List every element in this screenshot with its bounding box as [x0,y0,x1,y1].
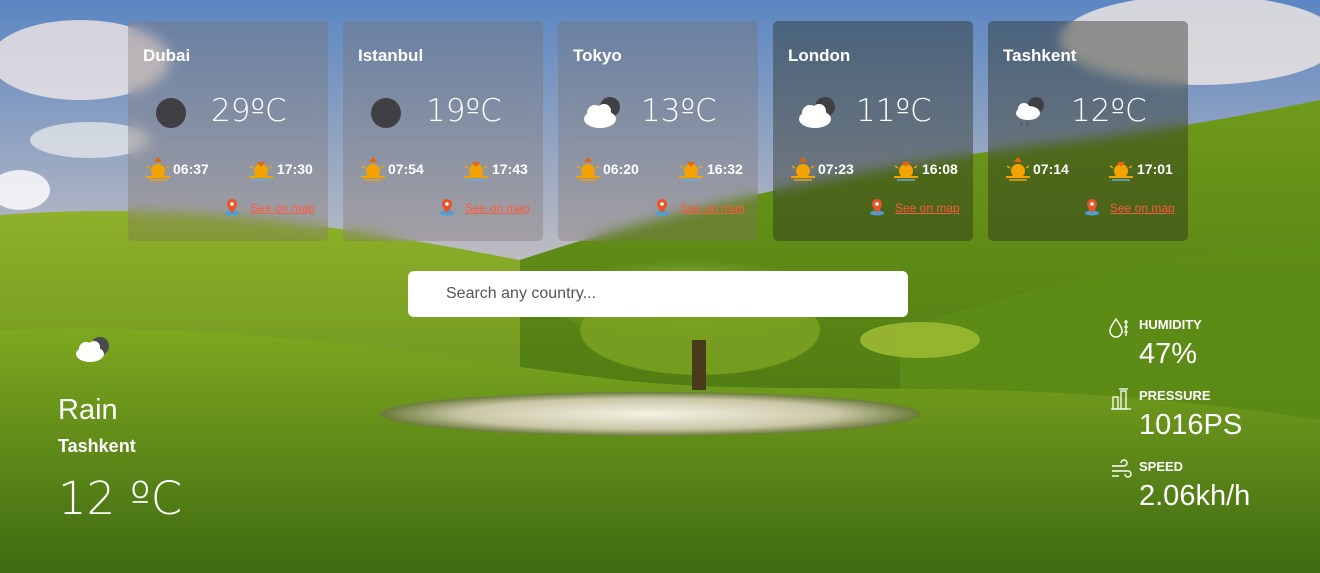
city-name: Tashkent [1003,46,1077,65]
sunrise-time: 06:37 [173,161,209,177]
pressure-icon [1111,388,1131,410]
sunset-time: 17:43 [492,161,528,177]
city-card: Tokyo 13ºC 06:20 16:32 See on map [558,21,758,241]
sunset-time: 17:01 [1137,161,1173,177]
city-card: Istanbul 19ºC 07:54 17:43 See on map [343,21,543,241]
search-input[interactable] [446,271,896,317]
humidity-icon [1109,317,1128,338]
sunrise-icon [576,157,600,181]
map-pin-icon [655,199,669,216]
sunset-time: 16:32 [707,161,743,177]
see-on-map-link[interactable]: See on map [250,201,315,215]
sunrise-icon [791,157,815,181]
see-on-map-link[interactable]: See on map [895,201,960,215]
map-pin-icon [225,199,239,216]
city-temperature: 19ºC [426,93,502,129]
city-name: London [788,46,851,65]
rain-cloud-icon [1016,97,1044,127]
see-on-map-link[interactable]: See on map [465,201,530,215]
speed-value: 2.06kh/h [1139,480,1251,512]
current-condition: Rain [58,394,118,426]
map-pin-icon [440,199,454,216]
see-on-map-link[interactable]: See on map [1110,201,1175,215]
sunset-icon [249,162,273,181]
current-temperature: 12 ºC [58,472,183,525]
map-pin-icon [870,199,884,216]
wind-icon [1112,459,1132,478]
sunset-icon [1109,162,1133,181]
humidity-label: HUMIDITY [1139,317,1202,332]
city-temperature: 12ºC [1071,93,1147,129]
sunset-icon [464,162,488,181]
current-city: Tashkent [58,436,136,456]
map-pin-icon [1085,199,1099,216]
cloud-night-icon [76,337,109,362]
city-name: Istanbul [358,46,424,65]
see-on-map-link[interactable]: See on map [680,201,745,215]
sunrise-icon [1006,157,1030,181]
sunset-time: 17:30 [277,161,313,177]
sunset-time: 16:08 [922,161,958,177]
sunrise-time: 07:23 [818,161,854,177]
sunrise-time: 07:54 [388,161,424,177]
city-card: Tashkent 12ºC 07:14 17:01 See on map [988,21,1188,241]
sunset-icon [679,162,703,181]
sunrise-icon [361,157,385,181]
sunset-icon [894,162,918,181]
humidity-value: 47% [1139,338,1198,370]
cloud-night-icon [584,97,620,128]
moon-icon [156,98,186,128]
pressure-value: 1016PS [1139,409,1243,441]
speed-label: SPEED [1139,459,1184,474]
city-card: Dubai 29ºC 06:37 17:30 See on map [128,21,328,241]
city-temperature: 13ºC [641,93,717,129]
city-temperature: 11ºC [856,93,932,129]
cloud-night-icon [799,97,835,128]
city-temperature: 29ºC [211,93,287,129]
sunrise-time: 06:20 [603,161,639,177]
city-card: London 11ºC 07:23 16:08 See on map [773,21,973,241]
sunrise-icon [146,157,170,181]
city-name: Dubai [143,46,191,65]
pressure-label: PRESSURE [1139,388,1211,403]
moon-icon [371,98,401,128]
city-name: Tokyo [573,46,622,65]
sunrise-time: 07:14 [1033,161,1069,177]
city-cards: Dubai 29ºC 06:37 17:30 See on map Istanbul 19º… [128,21,1188,241]
search-bar[interactable] [408,271,908,317]
